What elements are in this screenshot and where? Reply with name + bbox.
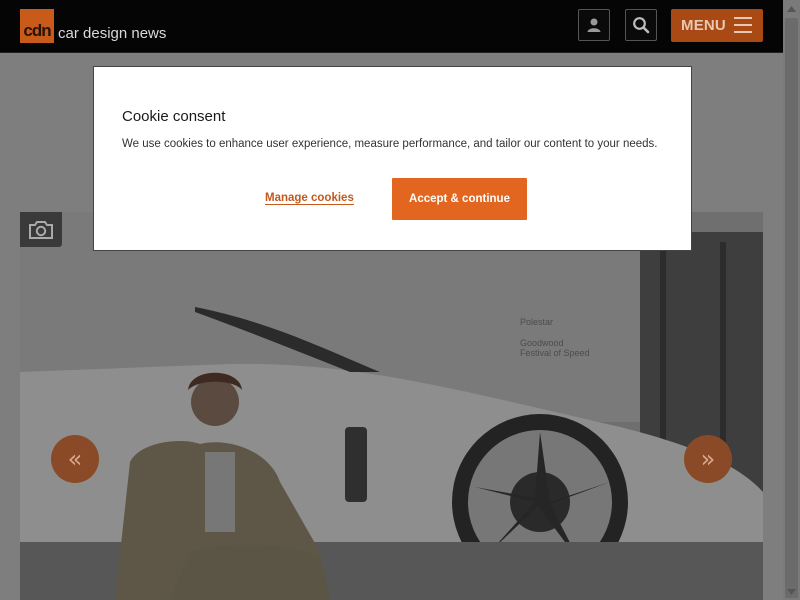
logo-mark: cdn xyxy=(20,9,54,43)
user-icon xyxy=(587,18,601,32)
account-button[interactable] xyxy=(578,9,610,41)
dialog-title: Cookie consent xyxy=(122,108,226,125)
scroll-thumb[interactable] xyxy=(785,18,798,598)
next-slide-button[interactable]: » xyxy=(684,435,732,483)
hero-photo: Polestar Goodwood Festival of Speed xyxy=(20,212,763,600)
dialog-message: We use cookies to enhance user experienc… xyxy=(122,138,658,150)
manage-cookies-link[interactable]: Manage cookies xyxy=(265,192,354,204)
accept-continue-button[interactable]: Accept & continue xyxy=(392,178,527,220)
scroll-down-arrow-icon[interactable] xyxy=(783,583,800,600)
hamburger-icon xyxy=(734,17,752,33)
page-scrollbar[interactable] xyxy=(783,0,800,600)
sign-brand: Polestar xyxy=(520,317,553,327)
hero-carousel: Polestar Goodwood Festival of Speed « » xyxy=(20,212,763,600)
cookie-consent-dialog: Cookie consent We use cookies to enhance… xyxy=(93,66,692,251)
logo-text: car design news xyxy=(58,25,167,42)
search-icon xyxy=(633,17,650,34)
menu-label: MENU xyxy=(681,17,726,34)
previous-slide-button[interactable]: « xyxy=(51,435,99,483)
sign-event-line2: Festival of Speed xyxy=(520,348,590,358)
camera-icon xyxy=(29,220,53,239)
sign-event-line1: Goodwood xyxy=(520,338,564,348)
menu-button[interactable]: MENU xyxy=(671,9,763,42)
scroll-up-arrow-icon[interactable] xyxy=(783,0,800,17)
site-logo[interactable]: cdn car design news xyxy=(20,9,166,43)
site-header: cdn car design news MENU xyxy=(0,0,783,53)
gallery-button[interactable] xyxy=(20,212,62,247)
search-button[interactable] xyxy=(625,9,657,41)
